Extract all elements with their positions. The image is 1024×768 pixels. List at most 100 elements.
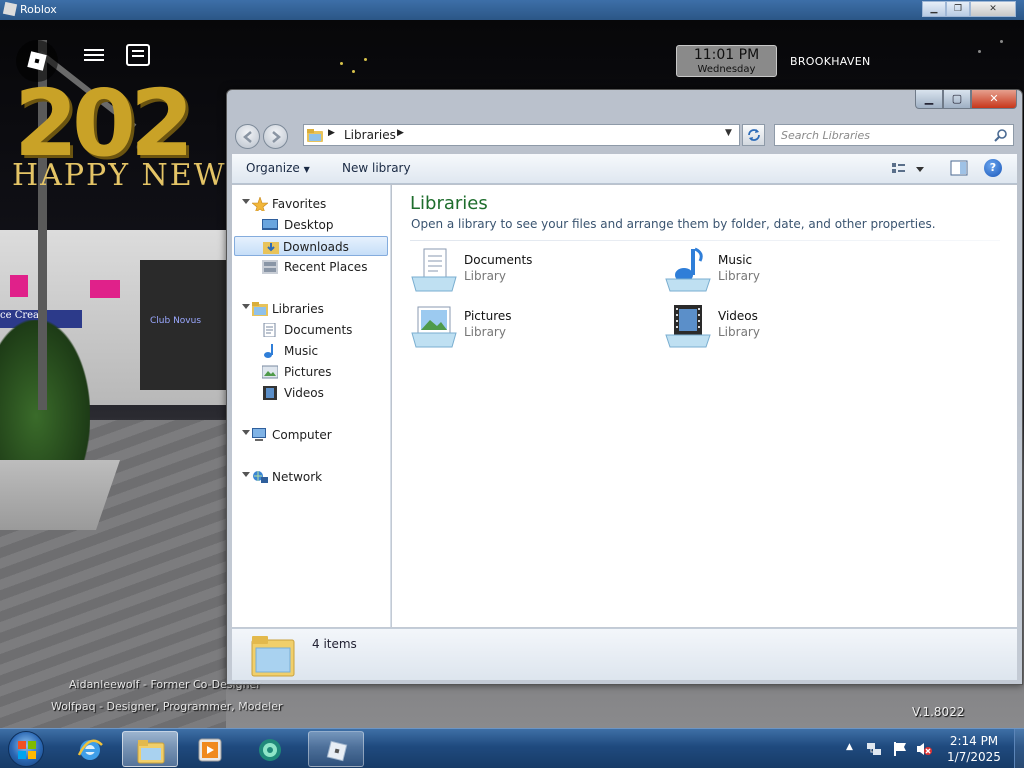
- forward-button[interactable]: [263, 124, 288, 149]
- scene-club-sign: Club Novus: [150, 316, 202, 326]
- search-icon[interactable]: [994, 128, 1008, 142]
- scene-firework-spark: [340, 62, 343, 65]
- roblox-restore-button[interactable]: ❐: [946, 1, 970, 17]
- change-view-button[interactable]: [890, 161, 930, 177]
- library-tile-videos[interactable]: Videos Library: [664, 303, 904, 355]
- details-pane: 4 items: [232, 628, 1017, 680]
- breadcrumb-separator-icon[interactable]: ▶: [328, 128, 335, 138]
- roblox-menu-logo-button[interactable]: [16, 40, 58, 82]
- explorer-close-button[interactable]: ✕: [971, 90, 1017, 109]
- library-name: Videos: [718, 309, 758, 323]
- taskbar-roblox-button[interactable]: [308, 731, 364, 767]
- library-name: Documents: [464, 253, 533, 267]
- expander-icon[interactable]: [242, 430, 250, 435]
- chat-button[interactable]: [126, 44, 150, 66]
- scene-firework-spark: [364, 58, 367, 61]
- game-clock-day: Wednesday: [697, 64, 756, 75]
- nav-computer[interactable]: Computer: [234, 425, 384, 445]
- library-tile-pictures[interactable]: Pictures Library: [410, 303, 650, 355]
- nav-item-label: Documents: [284, 323, 353, 337]
- view-options-icon: [892, 163, 924, 173]
- nav-item-label: Recent Places: [284, 260, 368, 274]
- breadcrumb-separator-icon[interactable]: ▶: [397, 128, 404, 138]
- action-center-flag-icon[interactable]: [892, 741, 908, 757]
- search-input[interactable]: [775, 125, 985, 145]
- roblox-minimize-button[interactable]: ▁: [922, 1, 946, 17]
- nav-item-label: Downloads: [283, 240, 349, 254]
- start-button[interactable]: [8, 731, 44, 767]
- documents-icon: [263, 323, 276, 337]
- library-type: Library: [464, 325, 506, 339]
- back-arrow-icon: [243, 131, 252, 143]
- nav-item-pictures[interactable]: Pictures: [258, 362, 386, 382]
- address-bar[interactable]: ▶ Libraries ▶ ▼: [303, 124, 740, 146]
- preview-pane-button[interactable]: [950, 160, 968, 176]
- nav-computer-label: Computer: [272, 428, 332, 442]
- expander-icon[interactable]: [242, 304, 250, 309]
- command-bar: Organize ▼ New library ?: [232, 154, 1017, 184]
- music-note-icon: [264, 344, 273, 358]
- game-clock-time: 11:01 PM: [693, 47, 760, 63]
- library-tile-documents[interactable]: Documents Library: [410, 247, 650, 299]
- scene-happy-new-banner: HAPPY NEW: [12, 158, 227, 193]
- windows-logo-icon: [18, 741, 36, 759]
- library-tile-music[interactable]: Music Library: [664, 247, 904, 299]
- breadcrumb-libraries[interactable]: Libraries: [344, 128, 396, 142]
- back-button[interactable]: [235, 124, 260, 149]
- taskbar-internet-explorer-button[interactable]: [62, 731, 118, 767]
- roblox-close-button[interactable]: ✕: [970, 1, 1016, 17]
- internet-explorer-icon: [77, 739, 103, 760]
- library-type: Library: [718, 269, 760, 283]
- nav-item-videos[interactable]: Videos: [258, 383, 386, 403]
- chat-app-icon: [259, 739, 281, 761]
- expander-icon[interactable]: [242, 472, 250, 477]
- taskbar: ▲ 2:14 PM 1/7/2025: [0, 728, 1024, 768]
- forward-arrow-icon: [272, 131, 281, 143]
- taskbar-media-player-button[interactable]: [182, 731, 238, 767]
- downloads-folder-icon: [263, 242, 279, 254]
- hamburger-menu-button[interactable]: [84, 46, 104, 62]
- nav-item-documents[interactable]: Documents: [258, 320, 386, 340]
- volume-muted-icon[interactable]: [916, 741, 932, 757]
- preview-pane-icon: [950, 160, 968, 176]
- place-name: BROOKHAVEN: [790, 55, 871, 68]
- nav-libraries[interactable]: Libraries: [234, 299, 384, 319]
- hamburger-icon: [84, 49, 104, 51]
- pictures-icon: [262, 365, 278, 379]
- nav-libraries-label: Libraries: [272, 302, 324, 316]
- taskbar-explorer-button[interactable]: [122, 731, 178, 767]
- game-version: V.1.8022: [912, 705, 965, 719]
- address-dropdown-icon[interactable]: ▼: [725, 128, 732, 138]
- scene-firework-spark: [352, 70, 355, 73]
- nav-item-recent-places[interactable]: Recent Places: [258, 257, 386, 277]
- nav-item-desktop[interactable]: Desktop: [258, 215, 386, 235]
- music-library-icon: [665, 247, 711, 292]
- show-desktop-button[interactable]: [1014, 729, 1024, 768]
- roblox-title-bar: Roblox ▁ ❐ ✕: [0, 0, 1024, 20]
- documents-library-icon: [411, 248, 457, 292]
- title-divider: [410, 240, 1000, 241]
- roblox-logo-icon: [27, 51, 47, 71]
- content-pane: Libraries Open a library to see your fil…: [392, 185, 1017, 627]
- organize-button[interactable]: Organize ▼: [246, 161, 310, 175]
- expander-icon[interactable]: [242, 199, 250, 204]
- taskbar-app-button[interactable]: [242, 731, 298, 767]
- help-button[interactable]: ?: [984, 159, 1002, 177]
- nav-item-music[interactable]: Music: [258, 341, 386, 361]
- taskbar-clock-date[interactable]: 1/7/2025: [944, 750, 1004, 764]
- show-hidden-icons-button[interactable]: ▲: [846, 742, 853, 752]
- nav-item-downloads[interactable]: Downloads: [234, 236, 388, 256]
- nav-network[interactable]: Network: [234, 467, 384, 487]
- pictures-library-icon: [411, 306, 457, 348]
- network-status-icon[interactable]: [866, 741, 882, 757]
- explorer-maximize-button[interactable]: ▢: [943, 90, 971, 109]
- explorer-minimize-button[interactable]: ▁: [915, 90, 943, 109]
- refresh-button[interactable]: [742, 124, 765, 146]
- nav-favorites[interactable]: Favorites: [234, 194, 384, 214]
- taskbar-clock-time[interactable]: 2:14 PM: [944, 734, 1004, 748]
- new-library-button[interactable]: New library: [342, 161, 411, 175]
- nav-item-label: Videos: [284, 386, 324, 400]
- search-box[interactable]: [774, 124, 1014, 146]
- network-icon: [253, 471, 268, 483]
- nav-item-label: Pictures: [284, 365, 332, 379]
